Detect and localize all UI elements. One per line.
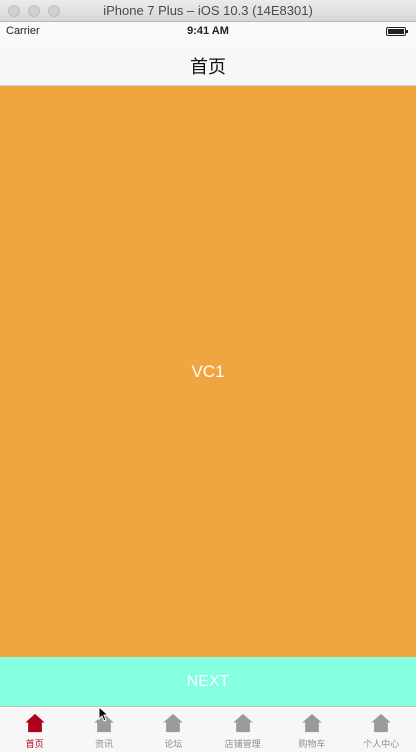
home-icon xyxy=(25,713,45,733)
tab-bar: 首页 资讯 论坛 店铺管理 购物车 个人中心 xyxy=(0,707,416,752)
tab-item[interactable]: 首页 xyxy=(0,707,69,752)
device-screen: Carrier 9:41 AM 首页 VC1 NEXT 首页 资讯 论坛 店铺管理 购物… xyxy=(0,22,416,752)
tab-item[interactable]: 个人中心 xyxy=(347,707,416,752)
window-title: iPhone 7 Plus – iOS 10.3 (14E8301) xyxy=(103,3,313,18)
tab-item[interactable]: 购物车 xyxy=(277,707,346,752)
tab-label: 论坛 xyxy=(164,739,183,749)
tab-label: 购物车 xyxy=(298,739,326,749)
tab-item[interactable]: 店铺管理 xyxy=(208,707,277,752)
mouse-cursor-icon xyxy=(98,706,108,722)
status-time: 9:41 AM xyxy=(187,25,229,37)
view-controller-label: VC1 xyxy=(191,361,225,381)
status-bar: Carrier 9:41 AM xyxy=(0,22,416,42)
tab-label: 资讯 xyxy=(94,739,113,749)
next-button[interactable]: NEXT xyxy=(0,657,416,707)
content-view: VC1 xyxy=(0,86,416,657)
simulator-title-bar: iPhone 7 Plus – iOS 10.3 (14E8301) xyxy=(0,0,416,22)
home-icon xyxy=(302,713,322,733)
tab-label: 个人中心 xyxy=(363,739,400,749)
home-icon xyxy=(371,713,391,733)
tab-label: 店铺管理 xyxy=(224,739,261,749)
battery-icon xyxy=(386,27,408,36)
home-icon xyxy=(163,713,183,733)
tab-item[interactable]: 论坛 xyxy=(139,707,208,752)
navigation-bar: 首页 xyxy=(0,42,416,86)
tab-label: 首页 xyxy=(25,739,44,749)
page-title: 首页 xyxy=(190,57,226,77)
home-icon xyxy=(233,713,253,733)
